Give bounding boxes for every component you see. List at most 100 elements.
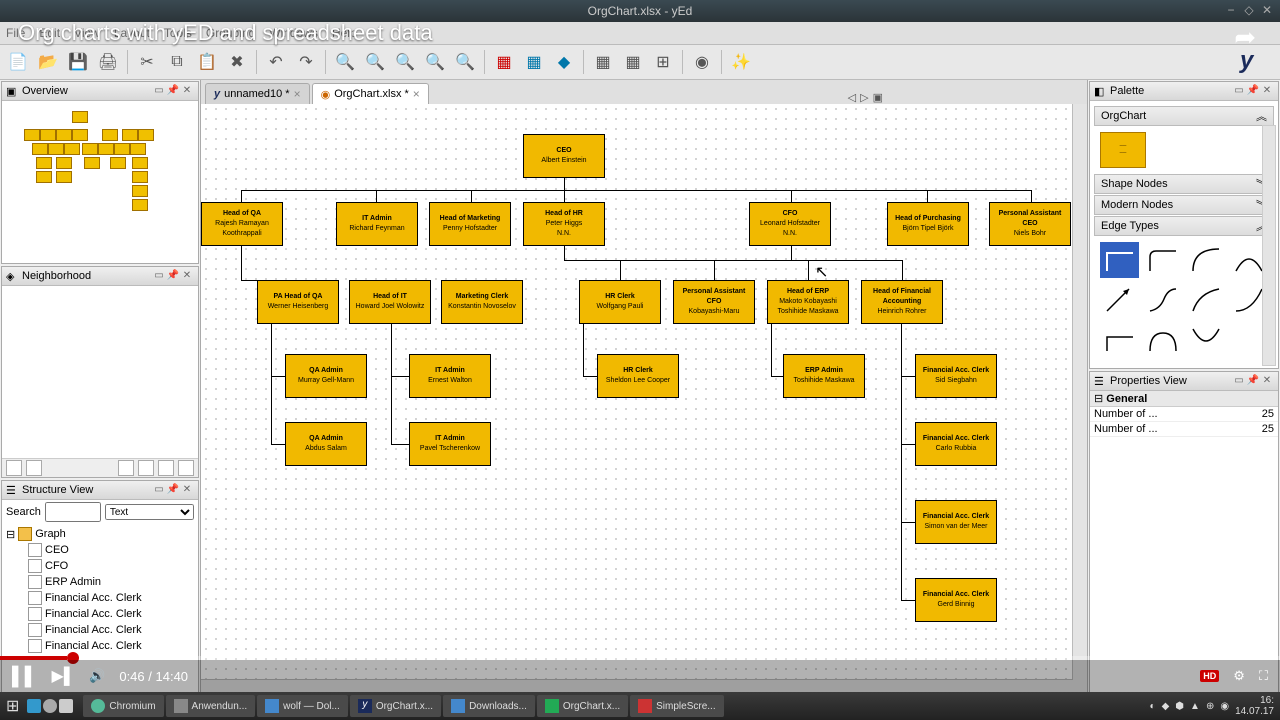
neigh-tool-icon[interactable] bbox=[178, 460, 194, 476]
org-node[interactable]: QA AdminAbdus Salam bbox=[285, 422, 367, 466]
org-node[interactable]: Head of Financial AccountingHeinrich Roh… bbox=[861, 280, 943, 324]
new-icon[interactable]: 📄 bbox=[4, 48, 32, 76]
play-pause-icon[interactable]: ▌▌ bbox=[12, 666, 38, 687]
edge-type[interactable] bbox=[1143, 282, 1182, 318]
panel-close-icon[interactable]: ✕ bbox=[180, 85, 194, 97]
undo-icon[interactable]: ↶ bbox=[262, 48, 290, 76]
edge-type[interactable] bbox=[1186, 282, 1225, 318]
tray-icon[interactable]: ◐ bbox=[1150, 701, 1156, 712]
taskbar-item[interactable]: SimpleScre... bbox=[630, 695, 723, 717]
taskbar-item[interactable]: Anwendun... bbox=[166, 695, 256, 717]
taskbar-item[interactable]: wolf — Dol... bbox=[257, 695, 348, 717]
next-icon[interactable]: ▶▌ bbox=[52, 666, 76, 686]
panel-dock-icon[interactable]: ▭ bbox=[152, 85, 166, 97]
org-node[interactable]: HR ClerkWolfgang Pauli bbox=[579, 280, 661, 324]
org-node[interactable]: ERP AdminToshihide Maskawa bbox=[783, 354, 865, 398]
org-node[interactable]: Marketing ClerkKonstantin Novoselov bbox=[441, 280, 523, 324]
edge-type[interactable] bbox=[1186, 322, 1225, 358]
panel-pin-icon[interactable]: 📌 bbox=[1246, 85, 1260, 97]
edge-type[interactable] bbox=[1143, 242, 1182, 278]
tray-icon[interactable]: ⊕ bbox=[1206, 701, 1214, 712]
org-node[interactable]: Head of QARajesh Ramayan Koothrappali bbox=[201, 202, 283, 246]
prop-group[interactable]: General bbox=[1106, 393, 1147, 405]
tab-unnamed[interactable]: yunnamed10 *× bbox=[205, 83, 310, 104]
maximize-icon[interactable]: ◇ bbox=[1242, 3, 1256, 17]
neigh-tool-icon[interactable] bbox=[118, 460, 134, 476]
settings-icon[interactable]: ⚙ bbox=[1233, 668, 1245, 684]
zoom-out-icon[interactable]: 🔍 bbox=[361, 48, 389, 76]
org-node[interactable]: Head of ERPMakoto Kobayashi Toshihide Ma… bbox=[767, 280, 849, 324]
panel-dock-icon[interactable]: ▭ bbox=[1232, 85, 1246, 97]
open-icon[interactable]: 📂 bbox=[34, 48, 62, 76]
taskbar-item[interactable]: OrgChart.x... bbox=[537, 695, 628, 717]
panel-pin-icon[interactable]: 📌 bbox=[166, 270, 180, 282]
tray-icon[interactable]: ◉ bbox=[1220, 701, 1229, 712]
org-node[interactable]: Financial Acc. ClerkGerd Binnig bbox=[915, 578, 997, 622]
tab-orgchart[interactable]: ◉OrgChart.xlsx *× bbox=[312, 83, 429, 104]
org-node[interactable]: Financial Acc. ClerkCarlo Rubbia bbox=[915, 422, 997, 466]
zoom-in-icon[interactable]: 🔍 bbox=[331, 48, 359, 76]
panel-pin-icon[interactable]: 📌 bbox=[166, 484, 180, 496]
org-node[interactable]: CEOAlbert Einstein bbox=[523, 134, 605, 178]
edge-type[interactable] bbox=[1186, 242, 1225, 278]
tray-icon[interactable]: ▲ bbox=[1190, 701, 1200, 712]
fullscreen-icon[interactable]: ⛶ bbox=[1259, 668, 1268, 684]
delete-icon[interactable]: ✖ bbox=[223, 48, 251, 76]
volume-icon[interactable]: 🔊 bbox=[89, 668, 105, 684]
prop-row[interactable]: Number of ...25 bbox=[1090, 422, 1278, 437]
wand-icon[interactable]: ✨ bbox=[727, 48, 755, 76]
panel-close-icon[interactable]: ✕ bbox=[180, 484, 194, 496]
route-icon[interactable]: ◆ bbox=[550, 48, 578, 76]
hd-badge[interactable]: HD bbox=[1200, 670, 1219, 682]
grid-icon[interactable]: ▦ bbox=[619, 48, 647, 76]
panel-pin-icon[interactable]: 📌 bbox=[166, 85, 180, 97]
palette-section-orgchart[interactable]: OrgChart︽ bbox=[1094, 106, 1274, 126]
minimize-icon[interactable]: − bbox=[1224, 3, 1238, 17]
neigh-tool-icon[interactable] bbox=[26, 460, 42, 476]
edge-type[interactable] bbox=[1100, 282, 1139, 318]
snap-icon[interactable]: ⊞ bbox=[649, 48, 677, 76]
neigh-tool-icon[interactable] bbox=[158, 460, 174, 476]
org-node[interactable]: IT AdminPavel Tscherenkow bbox=[409, 422, 491, 466]
tab-prev-icon[interactable]: ◁ bbox=[848, 91, 856, 104]
zoom-100-icon[interactable]: 🔍 bbox=[451, 48, 479, 76]
neigh-tool-icon[interactable] bbox=[138, 460, 154, 476]
org-node[interactable]: Head of PurchasingBjörn Tipel Björk bbox=[887, 202, 969, 246]
tray-icon[interactable]: ◆ bbox=[1162, 701, 1170, 712]
edge-type[interactable] bbox=[1143, 322, 1182, 358]
cut-icon[interactable]: ✂ bbox=[133, 48, 161, 76]
prop-row[interactable]: Number of ...25 bbox=[1090, 407, 1278, 422]
search-mode-select[interactable]: Text bbox=[105, 504, 194, 520]
panel-dock-icon[interactable]: ▭ bbox=[152, 484, 166, 496]
select-mode-icon[interactable]: ▦ bbox=[589, 48, 617, 76]
share-icon[interactable]: ➦ bbox=[1234, 22, 1256, 53]
taskbar-launcher-icon[interactable] bbox=[27, 699, 41, 713]
fit-label-icon[interactable]: ▦ bbox=[490, 48, 518, 76]
zoom-sel-icon[interactable]: 🔍 bbox=[421, 48, 449, 76]
neighborhood-canvas[interactable] bbox=[2, 286, 198, 458]
taskbar-launcher-icon[interactable] bbox=[43, 699, 57, 713]
tray-icon[interactable]: ⬢ bbox=[1175, 701, 1184, 712]
org-node[interactable]: Head of ITHoward Joel Wolowitz bbox=[349, 280, 431, 324]
panel-close-icon[interactable]: ✕ bbox=[1260, 85, 1274, 97]
tray-clock[interactable]: 16:14.07.17 bbox=[1235, 695, 1274, 717]
copy-icon[interactable]: ⧉ bbox=[163, 48, 191, 76]
tab-next-icon[interactable]: ▷ bbox=[860, 91, 868, 104]
panel-close-icon[interactable]: ✕ bbox=[180, 270, 194, 282]
org-node[interactable]: Personal Assistant CFOKobayashi-Maru bbox=[673, 280, 755, 324]
palette-section-shape[interactable]: Shape Nodes︾ bbox=[1094, 174, 1274, 194]
save-icon[interactable]: 💾 bbox=[64, 48, 92, 76]
org-node[interactable]: PA Head of QAWerner Heisenberg bbox=[257, 280, 339, 324]
panel-pin-icon[interactable]: 📌 bbox=[1246, 375, 1260, 387]
palette-orgchart-node[interactable]: –––– bbox=[1100, 132, 1146, 168]
org-node[interactable]: Financial Acc. ClerkSimon van der Meer bbox=[915, 500, 997, 544]
org-node[interactable]: Personal Assistant CEONiels Bohr bbox=[989, 202, 1071, 246]
layout-icon[interactable]: ▦ bbox=[520, 48, 548, 76]
print-icon[interactable]: 🖨 bbox=[94, 48, 122, 76]
tab-list-icon[interactable]: ▣ bbox=[873, 91, 883, 104]
search-input[interactable] bbox=[45, 502, 101, 522]
org-node[interactable]: CFOLeonard HofstadterN.N. bbox=[749, 202, 831, 246]
start-menu-icon[interactable]: ⊞ bbox=[6, 696, 19, 716]
org-node[interactable]: IT AdminRichard Feynman bbox=[336, 202, 418, 246]
tab-close-icon[interactable]: × bbox=[294, 87, 301, 101]
